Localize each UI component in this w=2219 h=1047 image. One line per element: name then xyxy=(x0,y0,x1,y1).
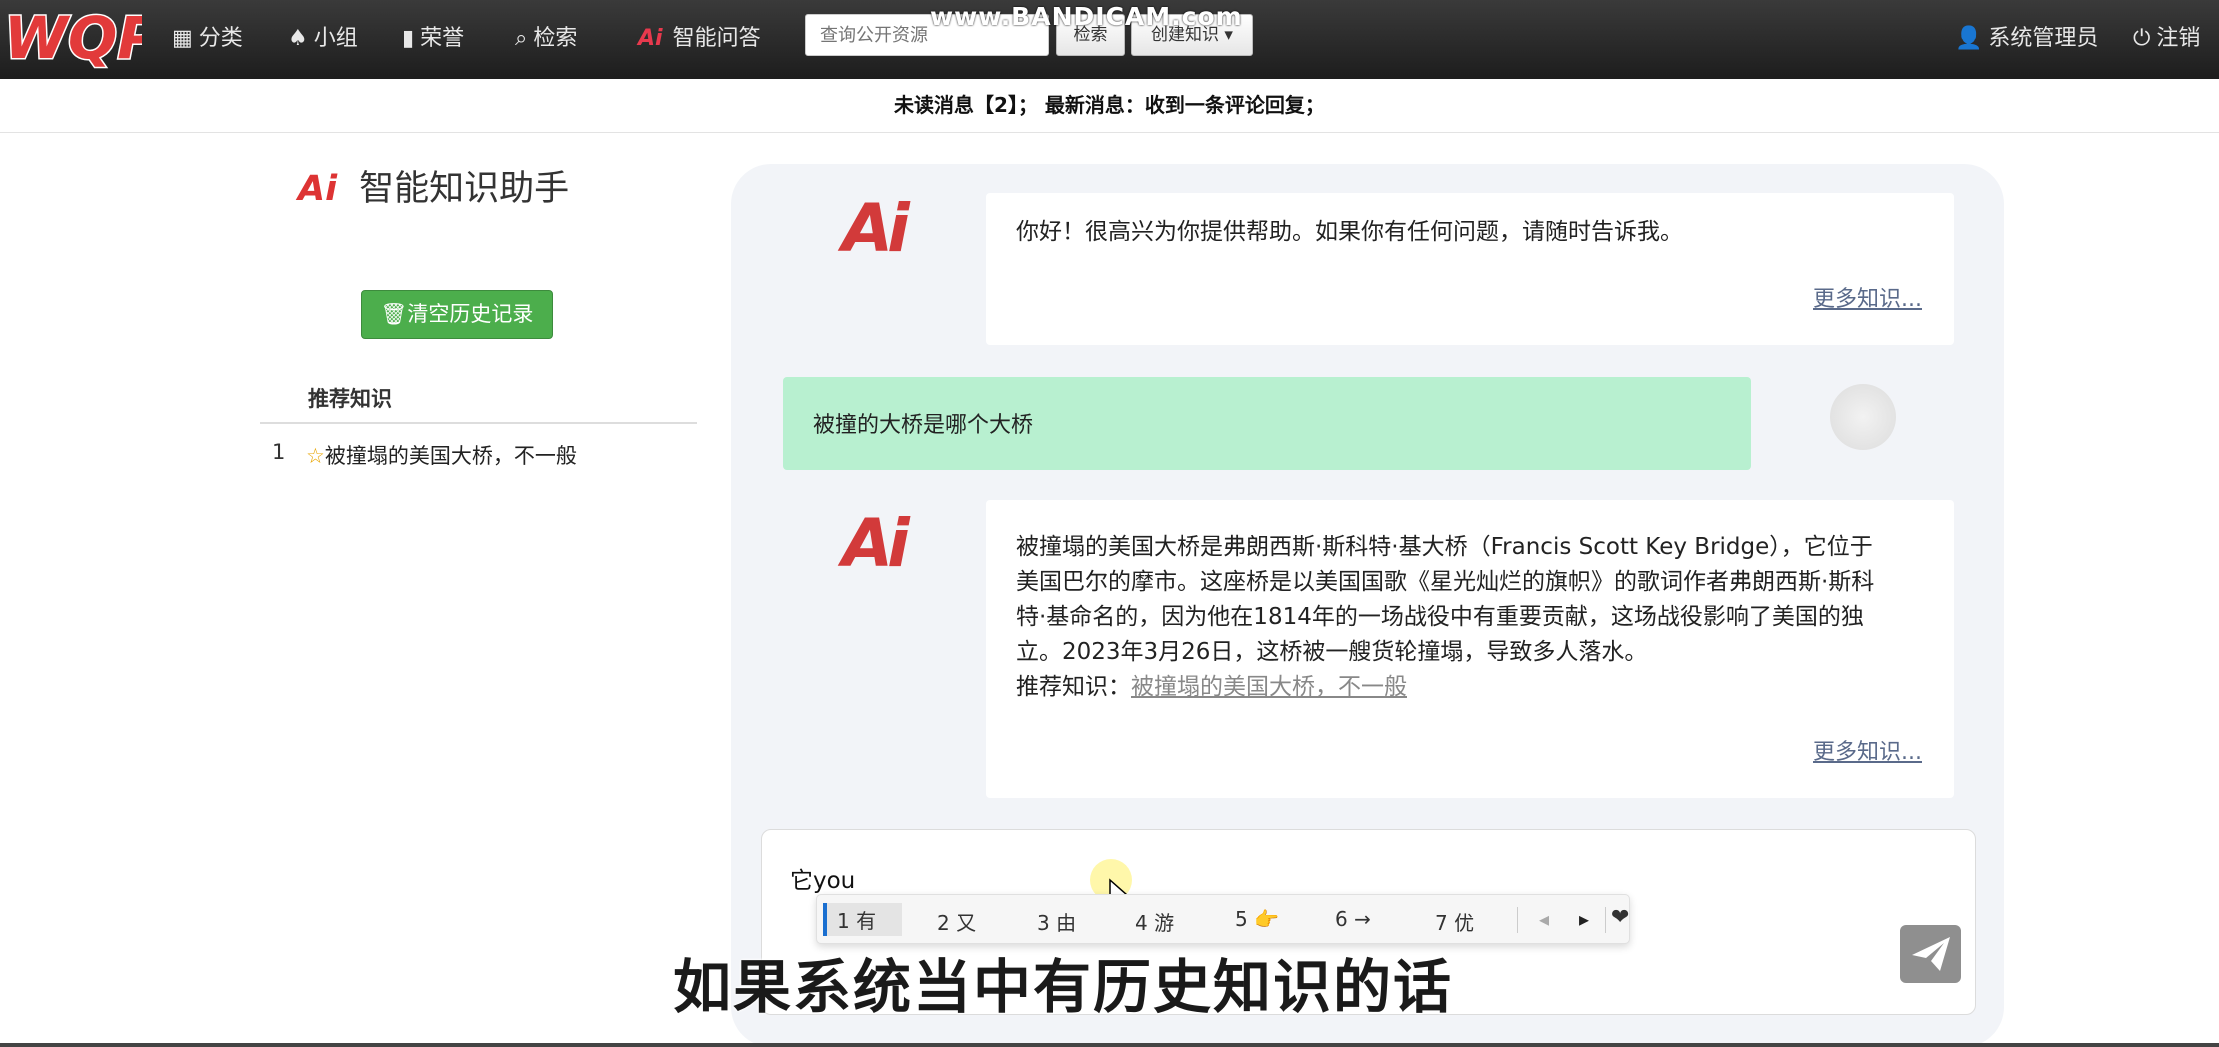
recommend-item[interactable]: ☆被撞塌的美国大桥，不一般 xyxy=(306,440,577,470)
more-knowledge-link[interactable]: 更多知识... xyxy=(1813,734,1922,766)
ai-message-bubble: 被撞塌的美国大桥是弗朗西斯·斯科特·基大桥（Francis Scott Key … xyxy=(986,500,1954,798)
divider xyxy=(1517,907,1518,933)
nav-ai-qa[interactable]: Ai 智能问答 xyxy=(638,0,761,79)
ime-candidate[interactable]: 2 又 xyxy=(937,907,976,936)
bottom-border xyxy=(0,1043,2219,1047)
trash-icon: 🗑 xyxy=(380,302,408,326)
prev-page-icon[interactable]: ◂ xyxy=(1539,907,1549,931)
ai-icon: Ai xyxy=(638,26,663,51)
ai-icon: Ai xyxy=(298,169,338,209)
svg-text:WQP: WQP xyxy=(4,6,142,70)
answer-line: 特·基命名的，因为他在1814年的一场战役中有重要贡献，这场战役影响了美国的独 xyxy=(1016,604,1864,630)
bar-chart-icon: ▮ xyxy=(402,26,415,51)
nav-honor[interactable]: ▮ 荣誉 xyxy=(402,0,464,79)
clear-history-button[interactable]: 🗑清空历史记录 xyxy=(361,290,553,339)
answer-line: 立。2023年3月26日，这桥被一艘货轮撞塌，导致多人落水。 xyxy=(1016,639,1648,665)
ime-candidate[interactable]: 7 优 xyxy=(1435,907,1474,936)
divider xyxy=(260,422,697,424)
star-icon: ☆ xyxy=(306,444,325,468)
assistant-title: Ai 智能知识助手 xyxy=(298,169,570,209)
recommend-index: 1 xyxy=(272,440,286,464)
ai-avatar-icon: Ai xyxy=(842,505,910,582)
nav-search[interactable]: ⌕ 检索 xyxy=(515,0,577,79)
tree-icon: ♠ xyxy=(288,26,308,51)
ime-candidate[interactable]: 3 由 xyxy=(1037,907,1076,936)
ime-candidate[interactable]: 4 游 xyxy=(1135,907,1174,936)
nav-group[interactable]: ♠ 小组 xyxy=(288,0,358,79)
user-avatar xyxy=(1830,384,1896,450)
ime-candidate-bar: 1 有 2 又 3 由 4 游 5 👉 6 → 7 优 ◂ ▸ ❤ xyxy=(816,894,1630,944)
user-message-bubble: 被撞的大桥是哪个大桥 xyxy=(783,377,1751,470)
top-navbar: WQP ▦分类 ♠小组 ▮荣誉 ⌕检索 Ai智能问答 检索 创建知识 ▾ www… xyxy=(0,0,2219,79)
favorite-icon[interactable]: ❤ xyxy=(1611,905,1629,930)
watermark: www.BANDICAM.com xyxy=(930,2,1243,31)
ai-message-bubble: 你好！很高兴为你提供帮助。如果你有任何问题，请随时告诉我。 更多知识... xyxy=(986,193,1954,345)
send-button[interactable] xyxy=(1900,925,1961,983)
ime-candidate[interactable]: 5 👉 xyxy=(1235,907,1279,931)
more-knowledge-link[interactable]: 更多知识... xyxy=(1813,281,1922,313)
answer-line: 被撞塌的美国大桥是弗朗西斯·斯科特·基大桥（Francis Scott Key … xyxy=(1016,534,1873,560)
chat-input-text[interactable]: 它you xyxy=(790,861,855,895)
ime-candidate[interactable]: 1 有 xyxy=(823,903,903,936)
ai-avatar-icon: Ai xyxy=(842,190,910,267)
recommend-header: 推荐知识 xyxy=(308,387,392,411)
recommend-link[interactable]: 被撞塌的美国大桥，不一般 xyxy=(1131,674,1407,700)
paper-plane-icon xyxy=(1912,937,1950,971)
next-page-icon[interactable]: ▸ xyxy=(1579,907,1589,931)
user-icon: 👤 xyxy=(1955,26,1983,51)
search-icon: ⌕ xyxy=(515,26,528,51)
logout-link[interactable]: ⏻ 注销 xyxy=(2133,0,2200,79)
power-icon: ⏻ xyxy=(2133,26,2151,51)
grid-icon: ▦ xyxy=(172,26,193,51)
recommend-label: 推荐知识： xyxy=(1016,674,1131,700)
user-menu[interactable]: 👤 系统管理员 xyxy=(1955,0,2098,79)
wqp-logo[interactable]: WQP xyxy=(2,6,143,70)
video-subtitle: 如果系统当中有历史知识的话 xyxy=(673,953,1454,1021)
ime-candidate[interactable]: 6 → xyxy=(1335,907,1371,931)
message-notice[interactable]: 未读消息【2】； 最新消息：收到一条评论回复； xyxy=(0,79,2219,133)
divider xyxy=(1605,907,1606,933)
nav-category[interactable]: ▦ 分类 xyxy=(172,0,243,79)
answer-line: 美国巴尔的摩市。这座桥是以美国国歌《星光灿烂的旗帜》的歌词作者弗朗西斯·斯科 xyxy=(1016,569,1875,595)
